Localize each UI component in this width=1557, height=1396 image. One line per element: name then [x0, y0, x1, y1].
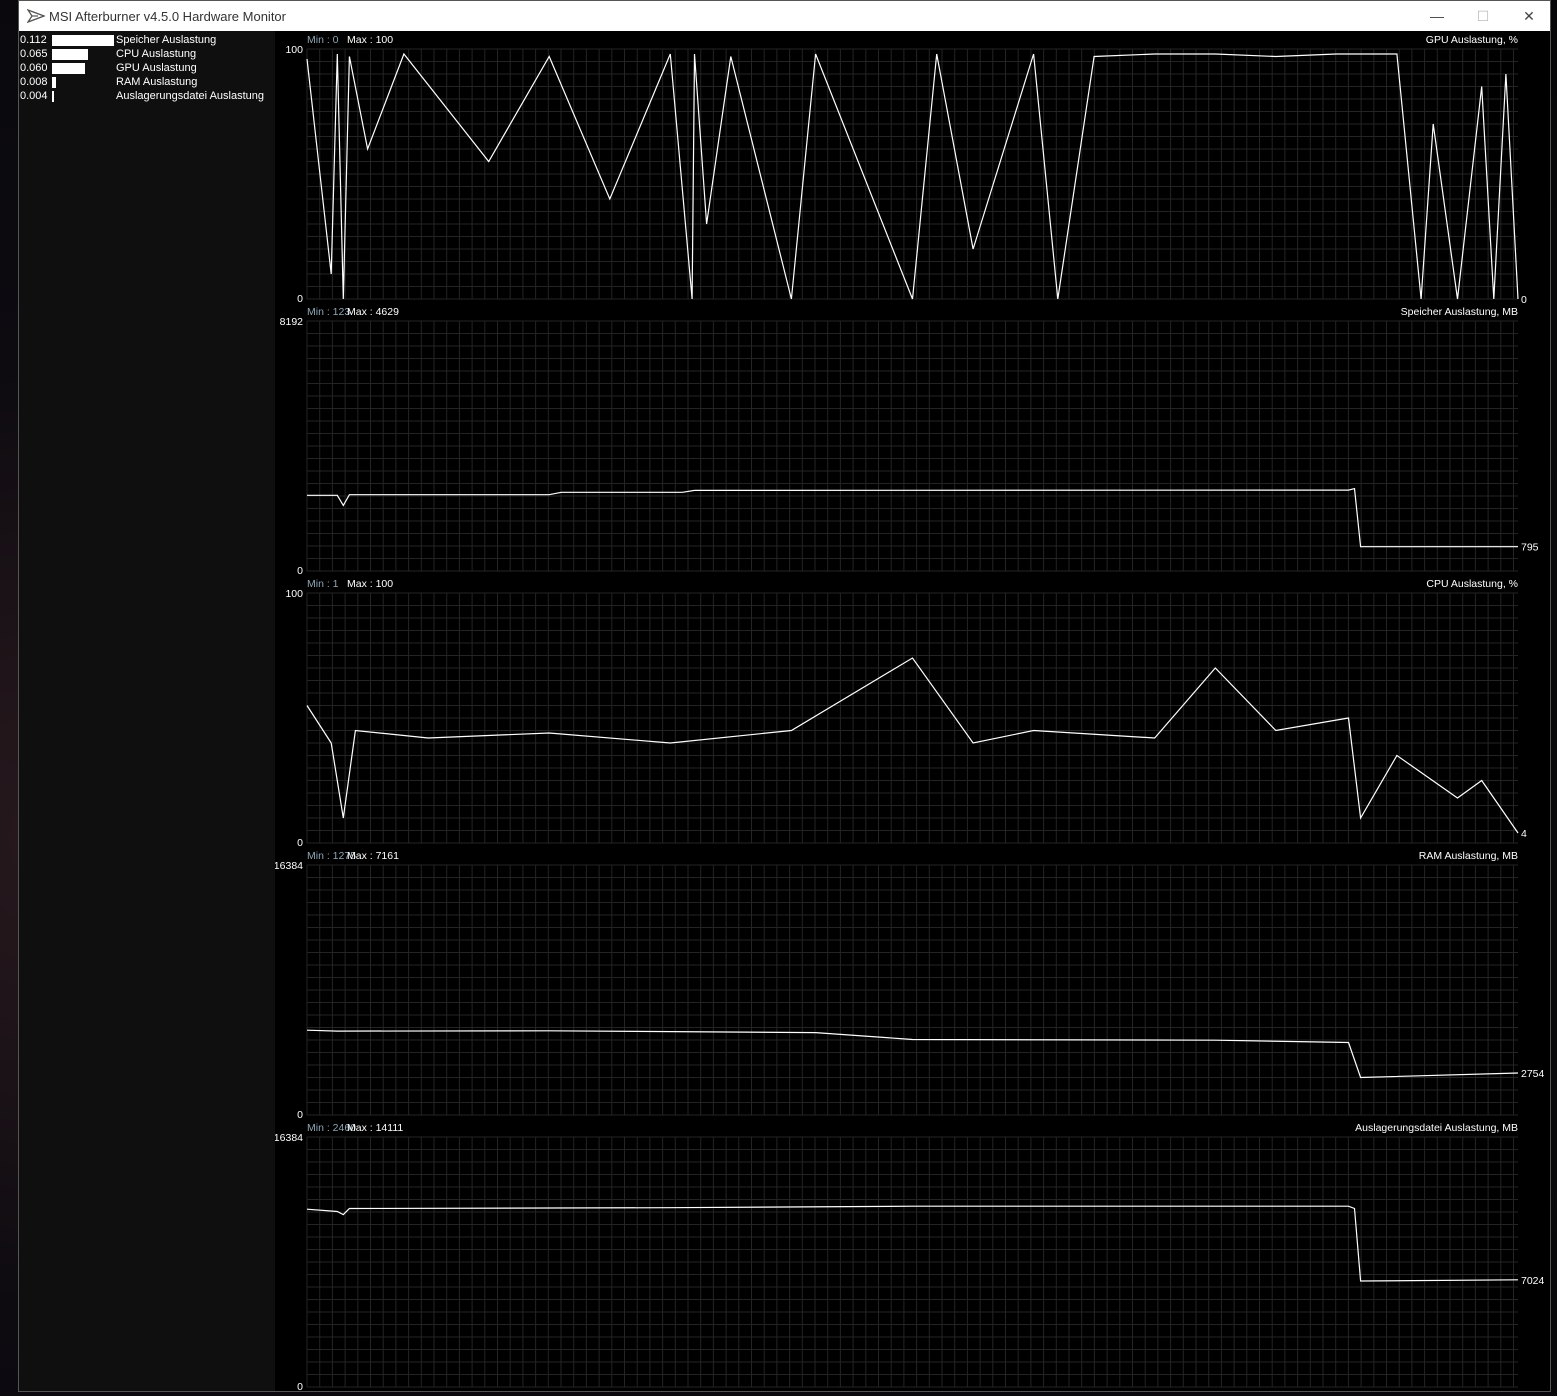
close-button[interactable]: ✕	[1506, 1, 1552, 31]
y-tick-top: 100	[285, 588, 303, 600]
source-value: 0.060	[20, 62, 48, 74]
source-value: 0.065	[20, 48, 48, 60]
graph-title: Speicher Auslastung, MB	[1401, 306, 1518, 318]
source-value: 0.112	[20, 34, 47, 46]
close-icon: ✕	[1523, 7, 1535, 24]
graph-min-label: Min : 1	[307, 578, 339, 590]
y-tick-bottom: 0	[297, 1109, 303, 1121]
afterburner-plane-icon	[27, 8, 45, 24]
graph-max-label: Max : 100	[347, 578, 393, 590]
source-name: RAM Auslastung	[116, 76, 198, 88]
graph-current-value: 7024	[1521, 1275, 1545, 1287]
source-value: 0.004	[20, 90, 48, 102]
y-tick-bottom: 0	[297, 565, 303, 577]
graph-current-value: 4	[1521, 828, 1527, 840]
minimize-icon: —	[1430, 8, 1444, 24]
source-name: Auslagerungsdatei Auslastung	[116, 90, 264, 102]
graph-min-label: Min : 0	[307, 34, 339, 46]
source-usage-bar	[52, 91, 54, 102]
y-tick-top: 16384	[275, 860, 303, 872]
graph-trace	[306, 1205, 1519, 1282]
source-value: 0.008	[20, 76, 48, 88]
graph-area[interactable]: Min : 0 Max : 100 GPU Auslastung, % 100 0 0 Mi…	[275, 31, 1550, 1391]
source-usage-bar	[52, 49, 88, 60]
y-tick-bottom: 0	[297, 1381, 303, 1391]
maximize-button[interactable]: ☐	[1460, 1, 1506, 31]
graph-current-value: 795	[1521, 542, 1539, 554]
source-usage-bar	[52, 77, 56, 88]
source-name: CPU Auslastung	[116, 48, 197, 60]
minimize-button[interactable]: —	[1414, 1, 1460, 31]
graph-trace	[306, 1029, 1519, 1079]
source-row-ram[interactable]: 0.008 RAM Auslastung	[19, 75, 275, 89]
y-tick-bottom: 0	[297, 837, 303, 849]
data-source-list[interactable]: 0.112 Speicher Auslastung 0.065 CPU Ausl…	[19, 31, 275, 1391]
maximize-icon: ☐	[1476, 7, 1490, 24]
graph-title: GPU Auslastung, %	[1426, 34, 1518, 46]
window-title: MSI Afterburner v4.5.0 Hardware Monitor	[49, 9, 286, 24]
source-row-speicher[interactable]: 0.112 Speicher Auslastung	[19, 33, 275, 47]
y-tick-bottom: 0	[297, 293, 303, 305]
monitor-graphs[interactable]: Min : 0 Max : 100 GPU Auslastung, % 100 0 0 Mi…	[275, 31, 1550, 1391]
source-name: Speicher Auslastung	[116, 34, 217, 46]
source-name: GPU Auslastung	[116, 62, 197, 74]
source-usage-bar	[52, 35, 114, 46]
source-row-auslagerung[interactable]: 0.004 Auslagerungsdatei Auslastung	[19, 89, 275, 103]
source-row-cpu[interactable]: 0.065 CPU Auslastung	[19, 47, 275, 61]
graph-max-label: Max : 7161	[347, 850, 399, 862]
graph-title: CPU Auslastung, %	[1426, 578, 1518, 590]
y-tick-top: 16384	[275, 1132, 303, 1144]
graph-trace	[307, 487, 1518, 548]
source-row-gpu[interactable]: 0.060 GPU Auslastung	[19, 61, 275, 75]
graph-current-value: 2754	[1521, 1068, 1545, 1080]
graph-current-value: 0	[1521, 294, 1527, 306]
graph-trace	[306, 657, 1519, 834]
title-bar[interactable]: MSI Afterburner v4.5.0 Hardware Monitor …	[19, 1, 1550, 31]
graph-min-label: Min : 123	[307, 306, 350, 318]
graph-max-label: Max : 100	[347, 34, 393, 46]
source-usage-bar	[52, 63, 85, 74]
graph-max-label: Max : 14111	[347, 1122, 403, 1134]
y-tick-top: 8192	[280, 316, 304, 328]
graph-title: RAM Auslastung, MB	[1419, 850, 1518, 862]
y-tick-top: 100	[285, 44, 303, 56]
graph-title: Auslagerungsdatei Auslastung, MB	[1355, 1122, 1518, 1134]
graph-trace	[306, 52, 1519, 300]
hardware-monitor-window: MSI Afterburner v4.5.0 Hardware Monitor …	[18, 0, 1551, 1392]
graph-max-label: Max : 4629	[347, 306, 399, 318]
